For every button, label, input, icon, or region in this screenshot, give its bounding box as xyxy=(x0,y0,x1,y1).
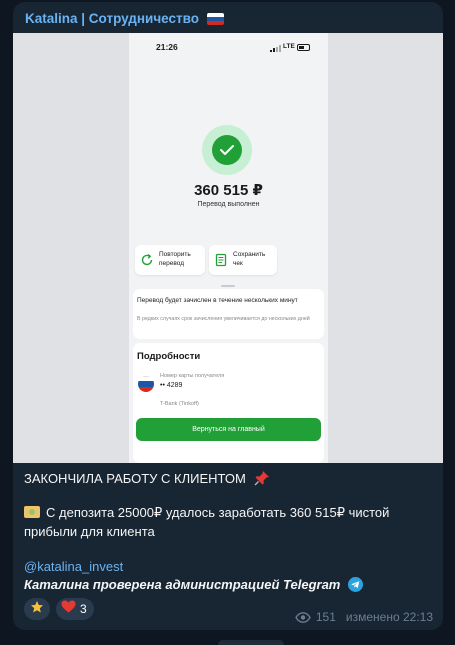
signal-icon xyxy=(270,45,281,52)
view-count: 151 xyxy=(315,610,336,624)
transfer-status: Перевод выполнен xyxy=(197,201,260,208)
sheet-handle xyxy=(221,285,235,287)
network-label: LTE xyxy=(283,43,295,50)
bank-app-screenshot: 21:26 LTE 360 515 ₽ Перевод выполнен Пов… xyxy=(129,33,328,463)
button-label-line1: Сохранить xyxy=(233,251,266,258)
money-icon xyxy=(24,506,40,518)
heart-icon xyxy=(61,600,76,618)
details-title: Подробности xyxy=(137,351,201,362)
reaction-count: 3 xyxy=(80,602,87,616)
receipt-icon xyxy=(214,253,228,267)
bank-name: T-Bank (Tinkoff) xyxy=(160,401,199,407)
button-label-line1: Повторить xyxy=(159,251,191,258)
post-title: ЗАКОНЧИЛА РАБОТУ С КЛИЕНТОМ xyxy=(24,470,270,486)
message-bubble: Katalina | Сотрудничество 21:26 LTE 360 … xyxy=(13,2,443,630)
repeat-icon xyxy=(140,253,154,267)
eye-icon xyxy=(295,611,311,623)
notice-subtext: В редких случаях срок зачисления увеличи… xyxy=(137,316,310,322)
photo-attachment[interactable]: 21:26 LTE 360 515 ₽ Перевод выполнен Пов… xyxy=(13,33,443,463)
notice-text: Перевод будет зачислен в течение несколь… xyxy=(137,297,298,304)
scroll-down-button[interactable] xyxy=(218,640,284,645)
post-body-line2: прибыли для клиента xyxy=(24,524,155,539)
reaction-star[interactable] xyxy=(24,598,50,620)
repeat-transfer-button: Повторить перевод xyxy=(135,245,205,275)
battery-icon xyxy=(297,44,310,51)
card-number-label: Номер карты получателя xyxy=(160,373,225,379)
transfer-amount: 360 515 ₽ xyxy=(194,182,263,199)
reaction-heart[interactable]: 3 xyxy=(56,598,94,620)
notice-card: Перевод будет зачислен в течение несколь… xyxy=(133,289,324,339)
edited-time: изменено 22:13 xyxy=(345,610,433,624)
post-title-text: ЗАКОНЧИЛА РАБОТУ С КЛИЕНТОМ xyxy=(24,471,246,486)
channel-title[interactable]: Katalina | Сотрудничество xyxy=(25,11,224,26)
channel-handle-link[interactable]: @katalina_invest xyxy=(24,559,123,574)
pushpin-icon xyxy=(254,470,270,486)
phone-time: 21:26 xyxy=(156,42,178,52)
telegram-icon xyxy=(347,577,363,592)
success-badge xyxy=(202,125,252,175)
save-receipt-button: Сохранить чек xyxy=(209,245,277,275)
checkmark-icon xyxy=(212,135,242,165)
channel-name[interactable]: Katalina | Сотрудничество xyxy=(25,11,199,26)
russia-flag-icon xyxy=(206,13,224,25)
star-icon xyxy=(30,600,44,619)
card-number: •• 4289 xyxy=(160,382,183,389)
russia-flag-icon xyxy=(138,376,154,392)
details-card: Подробности Номер карты получателя •• 42… xyxy=(133,343,324,463)
button-label-line2: чек xyxy=(233,259,243,267)
verified-note: Каталина проверена администрацией Telegr… xyxy=(24,577,363,592)
button-label-line2: перевод xyxy=(159,259,185,267)
post-body-line1: С депозита 25000₽ удалось заработать 360… xyxy=(24,505,389,521)
return-home-button: Вернуться на главный xyxy=(136,418,321,441)
post-body-text: С депозита 25000₽ удалось заработать 360… xyxy=(46,505,390,520)
verified-text: Каталина проверена администрацией Telegr… xyxy=(24,577,341,592)
message-meta: 151 изменено 22:13 xyxy=(295,610,433,624)
phone-status-bar: 21:26 LTE xyxy=(129,41,328,55)
